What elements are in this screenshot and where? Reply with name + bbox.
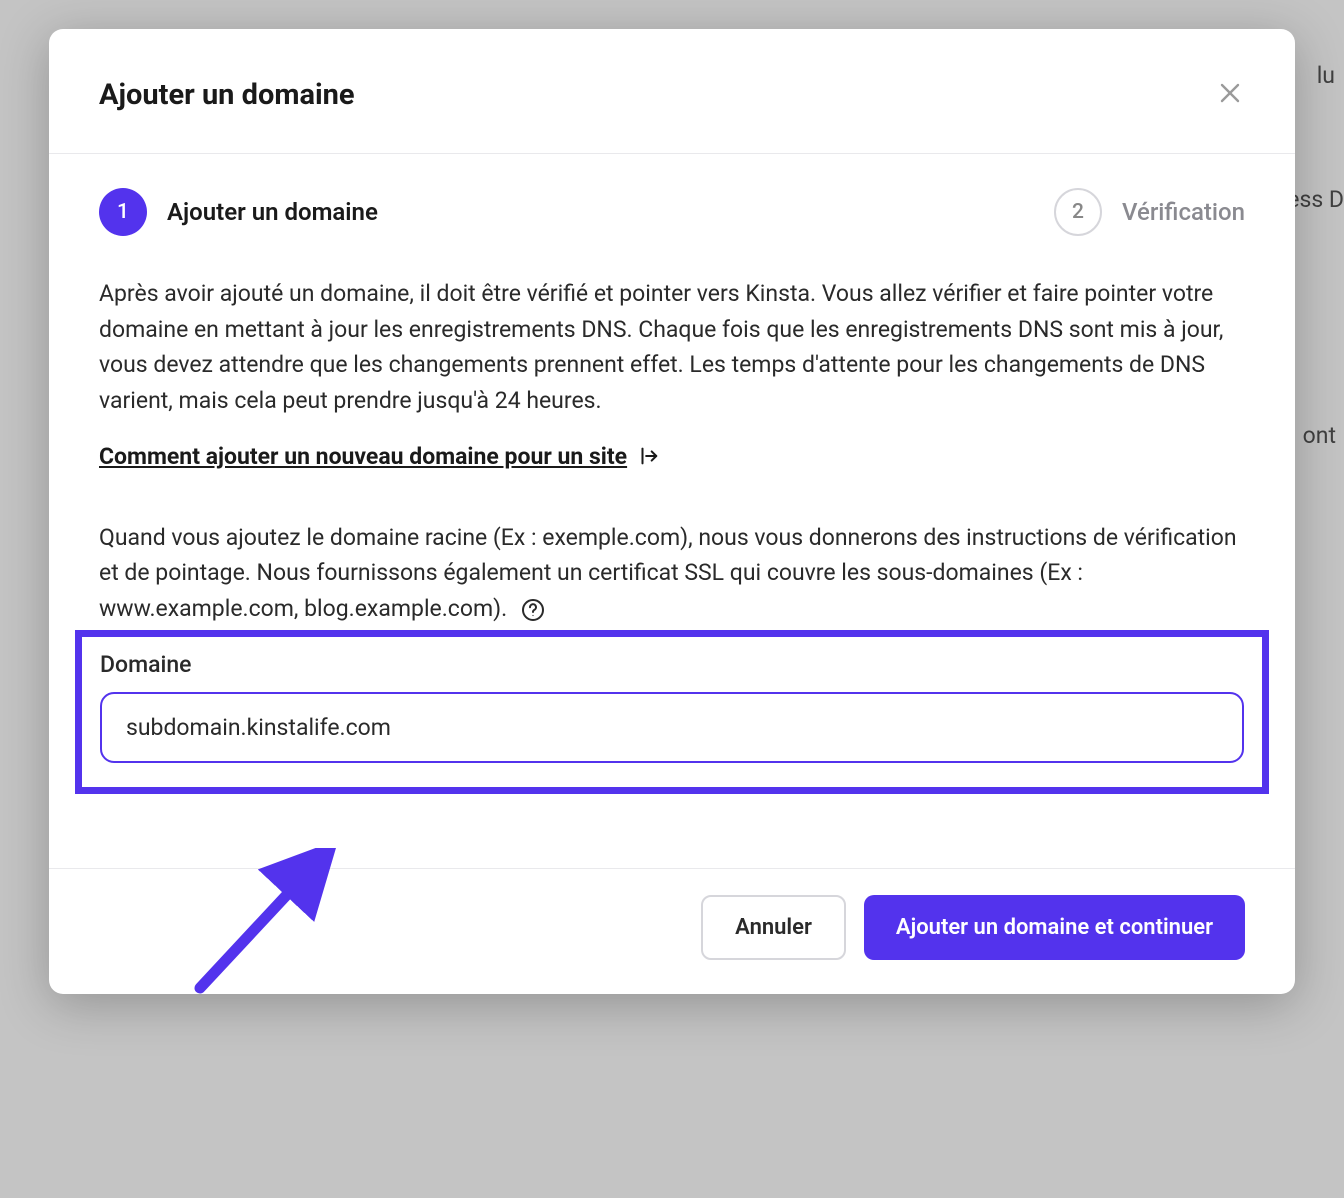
modal-footer: Annuler Ajouter un domaine et continuer	[49, 868, 1295, 994]
step-verification: 2 Vérification	[1054, 188, 1245, 236]
close-icon	[1219, 79, 1241, 110]
submit-button[interactable]: Ajouter un domaine et continuer	[864, 895, 1245, 960]
domain-label: Domaine	[100, 651, 1244, 678]
modal-header: Ajouter un domaine	[49, 29, 1295, 154]
modal-title: Ajouter un domaine	[99, 78, 355, 112]
help-link[interactable]: Comment ajouter un nouveau domaine pour …	[49, 419, 1295, 470]
add-domain-modal: Ajouter un domaine 1 Ajouter un domaine …	[49, 29, 1295, 994]
cancel-button[interactable]: Annuler	[701, 895, 846, 960]
step-add-domain: 1 Ajouter un domaine	[99, 188, 378, 236]
description-text: Après avoir ajouté un domaine, il doit ê…	[49, 276, 1295, 419]
step-label-2: Vérification	[1122, 198, 1245, 226]
step-label-1: Ajouter un domaine	[167, 198, 378, 226]
ssl-info-text: Quand vous ajoutez le domaine racine (Ex…	[49, 470, 1295, 627]
step-badge-1: 1	[99, 188, 147, 236]
wizard-steps: 1 Ajouter un domaine 2 Vérification	[49, 154, 1295, 276]
help-link-text: Comment ajouter un nouveau domaine pour …	[99, 443, 627, 470]
domain-input[interactable]	[100, 692, 1244, 763]
bg-text: lu	[1317, 62, 1335, 89]
ssl-info-content: Quand vous ajoutez le domaine racine (Ex…	[99, 524, 1237, 622]
bg-text: ont	[1303, 422, 1336, 449]
close-button[interactable]	[1215, 77, 1245, 113]
help-tooltip-icon[interactable]	[521, 598, 545, 622]
modal-body: 1 Ajouter un domaine 2 Vérification Aprè…	[49, 154, 1295, 868]
external-link-icon	[637, 445, 659, 467]
domain-field-highlight: Domaine	[75, 630, 1269, 794]
step-badge-2: 2	[1054, 188, 1102, 236]
